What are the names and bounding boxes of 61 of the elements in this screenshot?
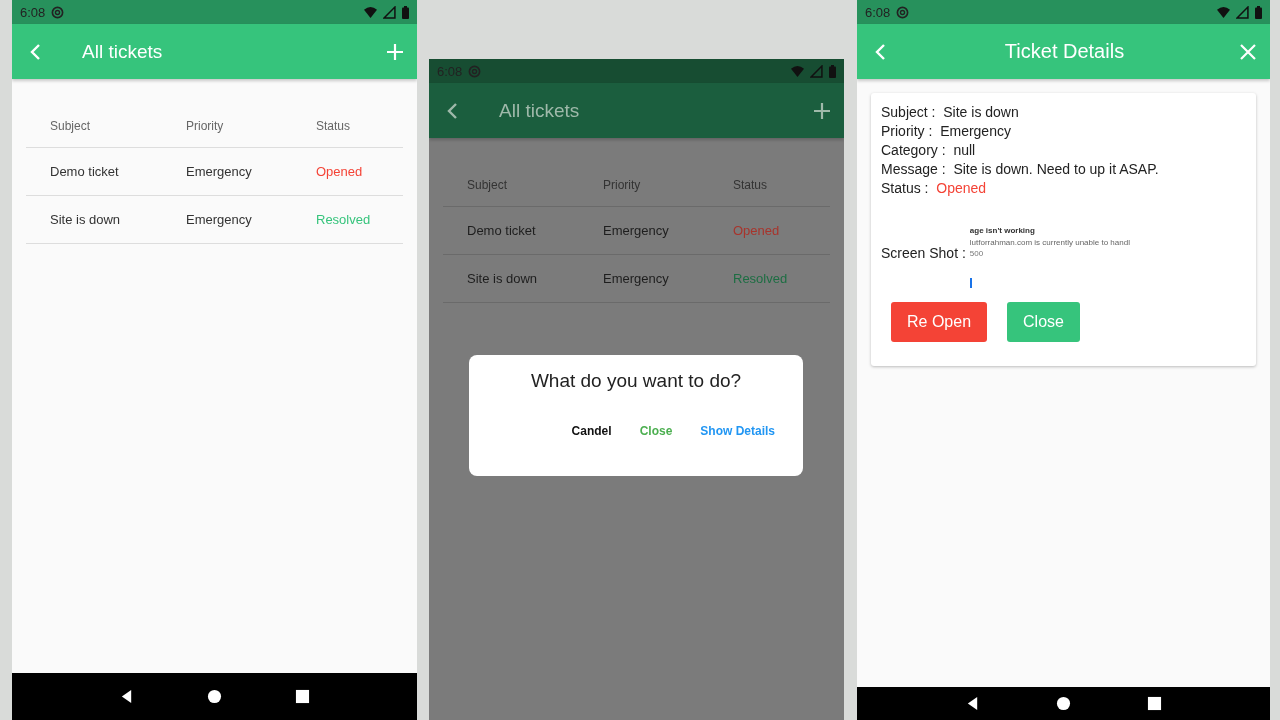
detail-line: Subject : Site is down: [881, 103, 1020, 122]
column-header: Subject: [466, 178, 509, 192]
column-header: Priority: [186, 119, 225, 133]
dialog-title: What do you want to do?: [529, 370, 743, 392]
battery-icon: [402, 5, 409, 19]
action-button[interactable]: Close: [1007, 302, 1080, 342]
ticket-row[interactable]: Site is down Emergency Resolved: [443, 255, 830, 303]
detail-line: Priority : Emergency: [881, 122, 1012, 141]
error-heading: age isn't working: [969, 226, 1036, 235]
wifi-icon: [791, 64, 804, 78]
screenshot-label: Screen Shot :: [881, 244, 966, 263]
detail-line: Category : null: [881, 141, 977, 160]
status-cell-text: Resolved: [316, 212, 372, 227]
subject-cell-text: Demo ticket: [466, 223, 537, 238]
subject-cell-text: Demo ticket: [49, 164, 120, 179]
recents-icon[interactable]: [295, 689, 311, 704]
status-cell-text: Resolved: [733, 271, 789, 286]
notification-icon: [468, 64, 482, 78]
battery-icon: [829, 64, 836, 78]
signal-icon: [383, 5, 396, 19]
home-icon[interactable]: [207, 689, 222, 704]
notification-icon: [51, 5, 65, 19]
signal-icon: [810, 64, 823, 78]
dialog-button[interactable]: Close: [629, 420, 683, 442]
status-cell-text: Opened: [733, 223, 781, 238]
dialog-button[interactable]: Candel: [561, 420, 622, 442]
detail-line: Message : Site is down. Need to up it ASAP.: [881, 160, 1160, 179]
priority-cell-text: Emergency: [603, 223, 670, 238]
priority-cell-text: Emergency: [186, 164, 253, 179]
error-code: 500: [969, 249, 985, 258]
dialog-button[interactable]: Show Details: [690, 420, 785, 442]
text-cursor-icon: [969, 278, 972, 288]
column-header: Status: [733, 178, 769, 192]
detail-line: Status : Opened: [881, 179, 988, 198]
wifi-icon: [364, 5, 377, 19]
subject-cell-text: Site is down: [466, 271, 539, 286]
signal-icon: [1236, 5, 1249, 19]
screen-title: All tickets: [82, 40, 163, 63]
priority-cell-text: Emergency: [603, 271, 670, 286]
status-time: 6:08: [865, 4, 891, 20]
error-message: lutforrahman.com is currently unable to handl: [969, 238, 1131, 247]
ticket-row[interactable]: Demo ticket Emergency Opened: [443, 207, 830, 255]
screen-title: All tickets: [499, 99, 580, 122]
priority-cell-text: Emergency: [186, 212, 253, 227]
status-cell-text: Opened: [316, 164, 364, 179]
screen-title: Ticket Details: [1003, 40, 1126, 63]
home-icon[interactable]: [1056, 696, 1071, 711]
add-icon[interactable]: [812, 100, 832, 121]
action-button[interactable]: Re Open: [891, 302, 988, 342]
subject-cell-text: Site is down: [49, 212, 122, 227]
ticket-row[interactable]: Demo ticket Emergency Opened: [26, 148, 403, 196]
status-time: 6:08: [20, 4, 46, 20]
back-icon[interactable]: [965, 696, 980, 711]
wifi-icon: [1217, 5, 1230, 19]
battery-icon: [1255, 5, 1262, 19]
notification-icon: [896, 5, 910, 19]
recents-icon[interactable]: [1147, 696, 1162, 711]
column-header: Status: [316, 119, 352, 133]
ticket-row[interactable]: Site is down Emergency Resolved: [26, 196, 403, 244]
column-header: Priority: [603, 178, 642, 192]
column-header: Subject: [49, 119, 92, 133]
